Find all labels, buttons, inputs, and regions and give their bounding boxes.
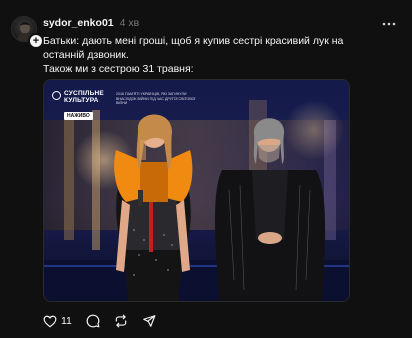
- username[interactable]: sydor_enko01: [43, 17, 114, 29]
- thread-post: + sydor_enko01 4 хв Батьки: дають мені г…: [0, 0, 412, 338]
- heart-icon: [43, 315, 57, 328]
- logo-line2: КУЛЬТУРА: [64, 97, 99, 104]
- channel-logo: СУСПІЛЬНЕ КУЛЬТУРА НАЖИВО: [52, 90, 104, 122]
- logo-line1: СУСПІЛЬНЕ: [64, 90, 104, 97]
- post-caption: Батьки: дають мені гроші, щоб я купив се…: [43, 34, 373, 76]
- logo-mark-icon: [52, 91, 61, 100]
- comment-icon: [86, 314, 100, 328]
- comment-button[interactable]: [86, 312, 100, 330]
- share-button[interactable]: [142, 312, 156, 330]
- like-button[interactable]: 11: [43, 312, 72, 330]
- avatar-container[interactable]: +: [11, 16, 44, 49]
- share-icon: [142, 314, 156, 328]
- post-header: sydor_enko01 4 хв: [43, 15, 139, 31]
- caption-line: Батьки: дають мені гроші, щоб я купив се…: [43, 35, 344, 47]
- repost-icon: [114, 314, 128, 328]
- timestamp[interactable]: 4 хв: [120, 17, 140, 29]
- follow-plus-icon[interactable]: +: [28, 33, 44, 49]
- action-bar: 11: [43, 312, 170, 330]
- live-badge: НАЖИВО: [64, 112, 93, 120]
- broadcast-note: 2016 ПАМ'ЯТІ УКРАЇНЦІВ, ЯКІ ЗАГИНУЛИ ВНА…: [116, 92, 196, 105]
- caption-line: Також ми з сестрою 31 травня:: [43, 63, 194, 75]
- caption-line: останній дзвоник.: [43, 49, 129, 61]
- repost-button[interactable]: [114, 312, 128, 330]
- post-image[interactable]: СУСПІЛЬНЕ КУЛЬТУРА НАЖИВО 2016 ПАМ'ЯТІ У…: [43, 79, 350, 302]
- likes-count: 11: [61, 315, 72, 327]
- more-icon[interactable]: [382, 14, 396, 28]
